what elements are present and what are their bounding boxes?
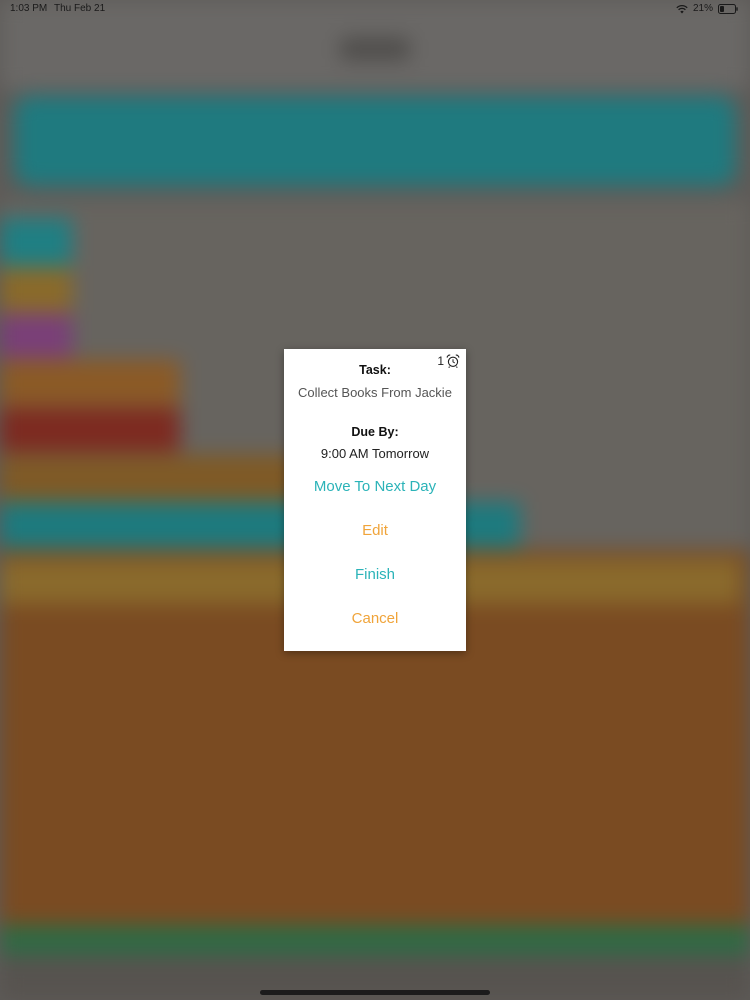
due-label: Due By: — [351, 425, 399, 439]
background-title — [340, 38, 410, 60]
background-footer-strip — [0, 925, 750, 957]
move-to-next-day-button[interactable]: Move To Next Day — [284, 478, 466, 495]
background-bar — [0, 455, 300, 501]
battery-percent: 21% — [692, 3, 713, 14]
background-bar — [0, 268, 72, 312]
background-bar — [0, 218, 72, 266]
status-bar: 1:03 PM Thu Feb 21 21% — [0, 0, 750, 18]
background-bar — [0, 314, 72, 358]
background-bar — [0, 360, 180, 406]
battery-icon — [718, 3, 738, 14]
task-label: Task: — [359, 363, 391, 377]
task-dialog: 1 Task: Collect Books From Jackie Due By… — [284, 349, 466, 651]
background-banner — [14, 96, 736, 186]
status-date: Thu Feb 21 — [54, 3, 106, 14]
background-bar — [0, 408, 180, 452]
task-value: Collect Books From Jackie — [298, 385, 452, 400]
status-indicators: 21% — [676, 3, 738, 14]
due-value: 9:00 AM Tomorrow — [320, 446, 430, 461]
wifi-icon — [676, 4, 688, 13]
cancel-button[interactable]: Cancel — [284, 610, 466, 627]
finish-button[interactable]: Finish — [284, 566, 466, 583]
edit-button[interactable]: Edit — [284, 522, 466, 539]
home-indicator[interactable] — [260, 990, 490, 995]
app-screen: 1:03 PM Thu Feb 21 21% 1 Task: Collect B… — [0, 0, 750, 1000]
status-time: 1:03 PM — [10, 3, 48, 14]
